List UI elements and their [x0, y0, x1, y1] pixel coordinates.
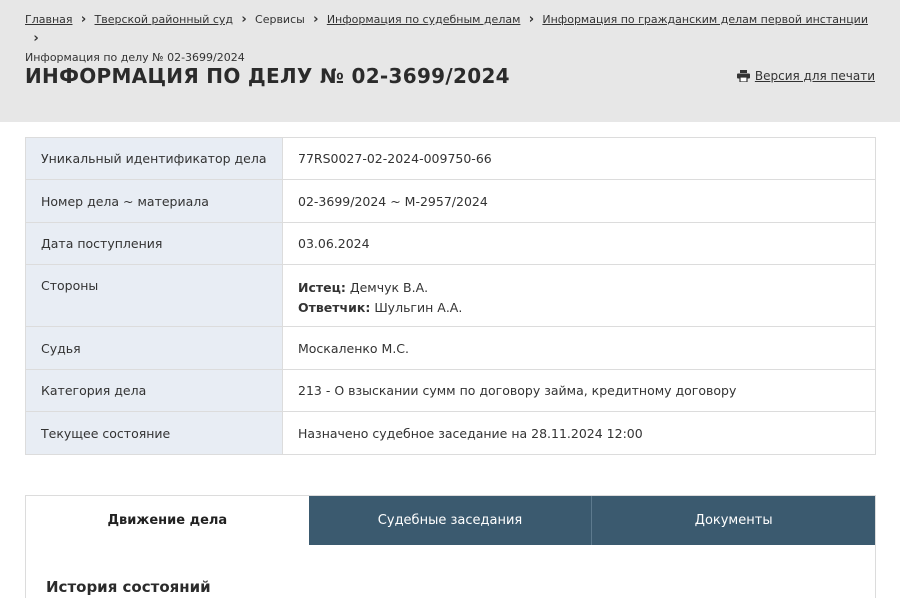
- tab-court-hearings[interactable]: Судебные заседания: [308, 496, 592, 545]
- breadcrumb-case-info[interactable]: Информация по судебным делам: [327, 13, 521, 26]
- print-version-label: Версия для печати: [754, 69, 875, 83]
- plaintiff-line: Истец: Демчук В.А.: [298, 278, 860, 298]
- status-value: Назначено судебное заседание на 28.11.20…: [282, 411, 876, 455]
- table-row: Уникальный идентификатор дела 77RS0027-0…: [25, 137, 876, 180]
- breadcrumb-separator-icon: ›: [33, 31, 39, 46]
- printer-icon: [736, 70, 750, 82]
- breadcrumb-separator-icon: ›: [80, 12, 87, 27]
- tab-documents[interactable]: Документы: [591, 496, 876, 545]
- plaintiff-label: Истец:: [298, 280, 346, 295]
- page-title: Информация по делу № 02-3699/2024: [25, 64, 510, 88]
- page-header: Главная › Тверской районный суд › Сервисы › Ин…: [0, 0, 900, 122]
- uid-value: 77RS0027-02-2024-009750-66: [282, 137, 876, 180]
- breadcrumb-current: Информация по делу № 02-3699/2024: [25, 51, 245, 64]
- breadcrumb-services: Сервисы: [255, 13, 305, 26]
- breadcrumb: Главная › Тверской районный суд › Сервисы › Ин…: [25, 10, 880, 67]
- table-row: Дата поступления 03.06.2024: [25, 222, 876, 265]
- breadcrumb-separator-icon: ›: [313, 12, 319, 27]
- table-row: Текущее состояние Назначено судебное зас…: [25, 411, 876, 455]
- table-row: Категория дела 213 - О взыскании сумм по…: [25, 369, 876, 412]
- case-number-label: Номер дела ~ материала: [25, 179, 283, 223]
- defendant-value: Шульгин А.А.: [374, 300, 463, 315]
- breadcrumb-separator-icon: ›: [528, 12, 535, 27]
- table-row: Стороны Истец: Демчук В.А. Ответчик: Шул…: [25, 264, 876, 327]
- breadcrumb-civil-cases[interactable]: Информация по гражданским делам первой и…: [542, 13, 868, 26]
- judge-label: Судья: [25, 326, 283, 370]
- defendant-line: Ответчик: Шульгин А.А.: [298, 298, 860, 318]
- case-number-value: 02-3699/2024 ~ М-2957/2024: [282, 179, 876, 223]
- table-row: Номер дела ~ материала 02-3699/2024 ~ М-…: [25, 179, 876, 223]
- table-row: Судья Москаленко М.С.: [25, 326, 876, 370]
- case-tabs-panel: Движение дела Судебные заседания Докумен…: [25, 495, 876, 598]
- receipt-date-label: Дата поступления: [25, 222, 283, 265]
- judge-value: Москаленко М.С.: [282, 326, 876, 370]
- plaintiff-value: Демчук В.А.: [349, 280, 429, 295]
- category-label: Категория дела: [25, 369, 283, 412]
- status-history-heading: История состояний: [46, 578, 211, 596]
- receipt-date-value: 03.06.2024: [282, 222, 876, 265]
- status-label: Текущее состояние: [25, 411, 283, 455]
- category-value: 213 - О взыскании сумм по договору займа…: [282, 369, 876, 412]
- case-info-table: Уникальный идентификатор дела 77RS0027-0…: [25, 137, 876, 455]
- tab-bar: Движение дела Судебные заседания Докумен…: [26, 496, 876, 545]
- breadcrumb-court[interactable]: Тверской районный суд: [95, 13, 234, 26]
- defendant-label: Ответчик:: [298, 300, 371, 315]
- breadcrumb-home[interactable]: Главная: [25, 13, 73, 26]
- parties-label: Стороны: [25, 264, 283, 327]
- print-version-link[interactable]: Версия для печати: [736, 69, 875, 83]
- breadcrumb-separator-icon: ›: [241, 12, 247, 27]
- parties-value: Истец: Демчук В.А. Ответчик: Шульгин А.А…: [282, 264, 876, 327]
- uid-label: Уникальный идентификатор дела: [25, 137, 283, 180]
- tab-case-movement[interactable]: Движение дела: [26, 496, 309, 545]
